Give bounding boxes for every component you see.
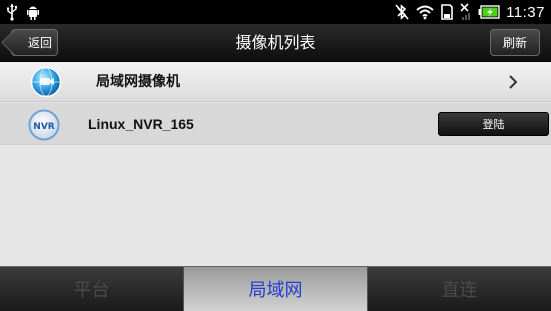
- bluetooth-off-icon: [394, 3, 410, 21]
- nvr-icon-text: NVR: [33, 122, 54, 132]
- list-item-label: Linux_NVR_165: [88, 116, 194, 132]
- clock: 11:37: [506, 3, 545, 21]
- tab-direct[interactable]: 直连: [368, 267, 551, 311]
- chevron-right-icon[interactable]: [505, 74, 521, 90]
- nvr-icon: NVR: [28, 109, 60, 141]
- battery-icon: [478, 5, 500, 19]
- list-item-lan-cameras[interactable]: 局域网摄像机: [0, 62, 551, 102]
- no-signal-icon: [460, 3, 472, 21]
- usb-icon: [6, 3, 18, 21]
- tab-platform[interactable]: 平台: [0, 267, 183, 311]
- android-debug-icon: [26, 3, 40, 21]
- back-button-label: 返回: [27, 36, 52, 50]
- back-button[interactable]: 返回: [11, 29, 58, 56]
- status-left-icons: [6, 2, 40, 22]
- status-bar: 11:37: [0, 0, 551, 24]
- bottom-tab-bar: 平台 局域网 直连: [0, 266, 551, 311]
- login-button-label: 登陆: [482, 118, 505, 131]
- refresh-button[interactable]: 刷新: [490, 29, 540, 56]
- status-right-icons: 11:37: [394, 0, 545, 24]
- sd-card-icon: [440, 3, 454, 21]
- refresh-button-label: 刷新: [502, 36, 527, 50]
- list-item-nvr[interactable]: NVR Linux_NVR_165 登陆: [0, 103, 551, 145]
- wifi-icon: [416, 4, 434, 20]
- title-bar: 摄像机列表 返回 刷新: [0, 24, 551, 62]
- list-item-label: 局域网摄像机: [96, 74, 180, 90]
- page-title: 摄像机列表: [235, 33, 316, 52]
- globe-camera-icon: [30, 66, 62, 98]
- tab-lan[interactable]: 局域网: [183, 267, 368, 311]
- login-button[interactable]: 登陆: [438, 112, 549, 136]
